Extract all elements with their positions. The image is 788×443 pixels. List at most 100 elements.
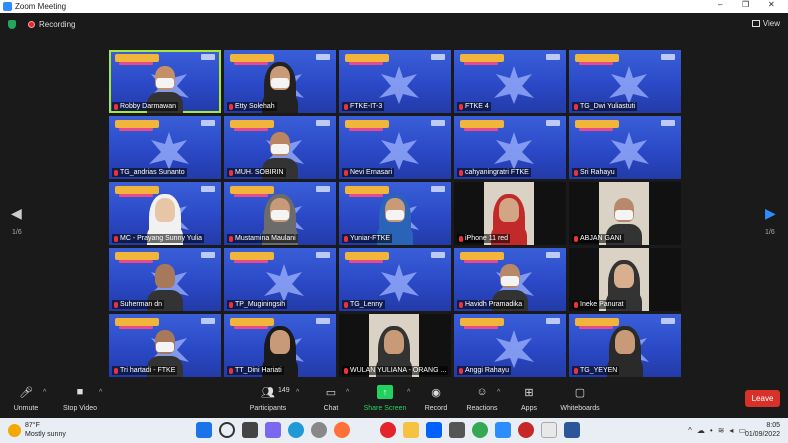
event-banner [575,318,619,326]
previous-page-arrow-icon[interactable]: ◀ [11,205,22,222]
university-logo [316,120,330,126]
participant-name: Sri Rahayu [572,168,617,177]
event-banner [115,252,159,260]
participant-tile[interactable]: Havidh Pramadika [454,248,566,311]
emblem-graphic [264,264,304,302]
participant-tile[interactable]: TT_Dini Hariati [224,314,336,377]
chevron-up-icon[interactable]: ^ [688,426,692,435]
participant-name-text: FTKE-IT-3 [350,103,383,110]
university-logo [546,120,560,126]
participant-tile[interactable]: Suherman dn [109,248,221,311]
weather-widget[interactable]: 87°F Mostly sunny [8,421,66,439]
file-explorer-icon[interactable] [403,422,419,438]
view-label: View [762,19,780,28]
participant-tile[interactable]: Tri hartadi - FTKE [109,314,221,377]
share-screen-icon: ↑ [377,385,393,399]
university-logo [431,186,445,192]
muted-mic-icon [344,301,348,308]
participant-name-text: ABJAN GANI [580,235,622,242]
participant-tile[interactable]: TG_Lenny [339,248,451,311]
task-view-icon[interactable] [242,422,258,438]
shield-icon[interactable] [8,20,16,29]
participant-tile[interactable]: Mustamina Maulani [224,182,336,245]
event-banner [115,186,159,194]
university-logo [316,252,330,258]
participant-tile[interactable]: FTKE 4 [454,50,566,113]
participant-tile[interactable]: cahyaningratri FTKE [454,116,566,179]
whiteboards-button[interactable]: ▢ Whiteboards [545,385,615,413]
dropbox-icon[interactable] [426,422,442,438]
record-app-icon[interactable] [518,422,534,438]
participant-name-text: TG_andrias Sunanto [120,169,185,176]
sun-icon [8,423,21,437]
chrome-icon[interactable] [472,422,488,438]
participant-tile[interactable]: WULAN YULIANA - ORANG ... [339,314,451,377]
maximize-button[interactable]: ❐ [742,0,749,9]
stop-video-button[interactable]: ■ Stop Video [45,385,115,412]
face-mask [271,210,289,220]
event-banner [230,252,274,260]
windows-start-icon[interactable] [196,422,212,438]
emblem-graphic [379,264,419,302]
close-button[interactable]: ✕ [768,0,775,9]
store-icon[interactable] [449,422,465,438]
settings-icon[interactable] [311,422,327,438]
participant-face [499,198,519,222]
participant-tile[interactable]: ABJAN GANI [569,182,681,245]
participant-name-text: Robby Darmawan [120,103,177,110]
edge-icon[interactable] [288,422,304,438]
muted-mic-icon [114,301,118,308]
emblem-graphic [609,66,649,104]
windows-taskbar: 87°F Mostly sunny ^ ☁ • ≋ ◂ ▭ 8:05 01/09… [0,418,788,443]
participant-tile[interactable]: FTKE-IT-3 [339,50,451,113]
event-banner [460,252,504,260]
clock[interactable]: 8:05 01/09/2022 [745,421,780,439]
university-logo [316,318,330,324]
event-banner [230,318,274,326]
emblem-graphic [149,132,189,170]
participant-tile[interactable]: iPhone 11 red [454,182,566,245]
participant-tile[interactable]: TG_andrias Sunanto [109,116,221,179]
participant-tile[interactable]: MUH. SOBIRIN [224,116,336,179]
university-logo [316,186,330,192]
leave-button[interactable]: Leave [745,390,780,407]
participant-tile[interactable]: Anggi Rahayu [454,314,566,377]
firefox-icon[interactable] [334,422,350,438]
mic-icon[interactable]: • [710,426,713,435]
participants-button[interactable]: 👥︎ Participants [233,385,303,413]
paint-icon[interactable] [541,422,557,438]
participant-name-text: Nevi Ernasari [350,169,393,176]
participant-tile[interactable]: Nevi Ernasari [339,116,451,179]
cloud-icon[interactable]: ☁ [697,426,705,435]
video-options-caret[interactable]: ^ [99,389,102,396]
participant-tile[interactable]: TG_YEYEN [569,314,681,377]
minimize-button[interactable]: – [718,0,722,9]
emblem-graphic [609,132,649,170]
university-logo [661,120,675,126]
next-page-arrow-icon[interactable]: ▶ [765,205,776,222]
opera-icon[interactable] [380,422,396,438]
participant-tile[interactable]: Yuniar-FTKE [339,182,451,245]
participant-name-text: cahyaningratri FTKE [465,169,529,176]
participant-tile[interactable]: Etty Solehah [224,50,336,113]
participant-name: Robby Darmawan [112,102,179,111]
zoom-app-icon[interactable] [495,422,511,438]
chat-options-caret[interactable]: ^ [346,389,349,396]
search-icon[interactable] [219,422,235,438]
participant-tile[interactable]: Sri Rahayu [569,116,681,179]
volume-icon[interactable]: ◂ [729,426,733,435]
muted-mic-icon [459,301,463,308]
word-icon[interactable] [564,422,580,438]
participant-tile[interactable]: Robby Darmawan [109,50,221,113]
university-logo [546,54,560,60]
participant-tile[interactable]: Ineke Panurat [569,248,681,311]
participant-tile[interactable]: TP_Muginingsih [224,248,336,311]
wifi-icon[interactable]: ≋ [718,426,725,435]
view-button[interactable]: View [751,19,780,28]
event-banner [230,54,274,62]
participant-name-text: Tri hartadi - FTKE [120,367,176,374]
teams-chat-icon[interactable] [265,422,281,438]
participant-tile[interactable]: MC - Prayang Sunny Yulia [109,182,221,245]
participant-tile[interactable]: TG_Dwi Yuliastuti [569,50,681,113]
participant-name-text: TP_Muginingsih [235,301,286,308]
